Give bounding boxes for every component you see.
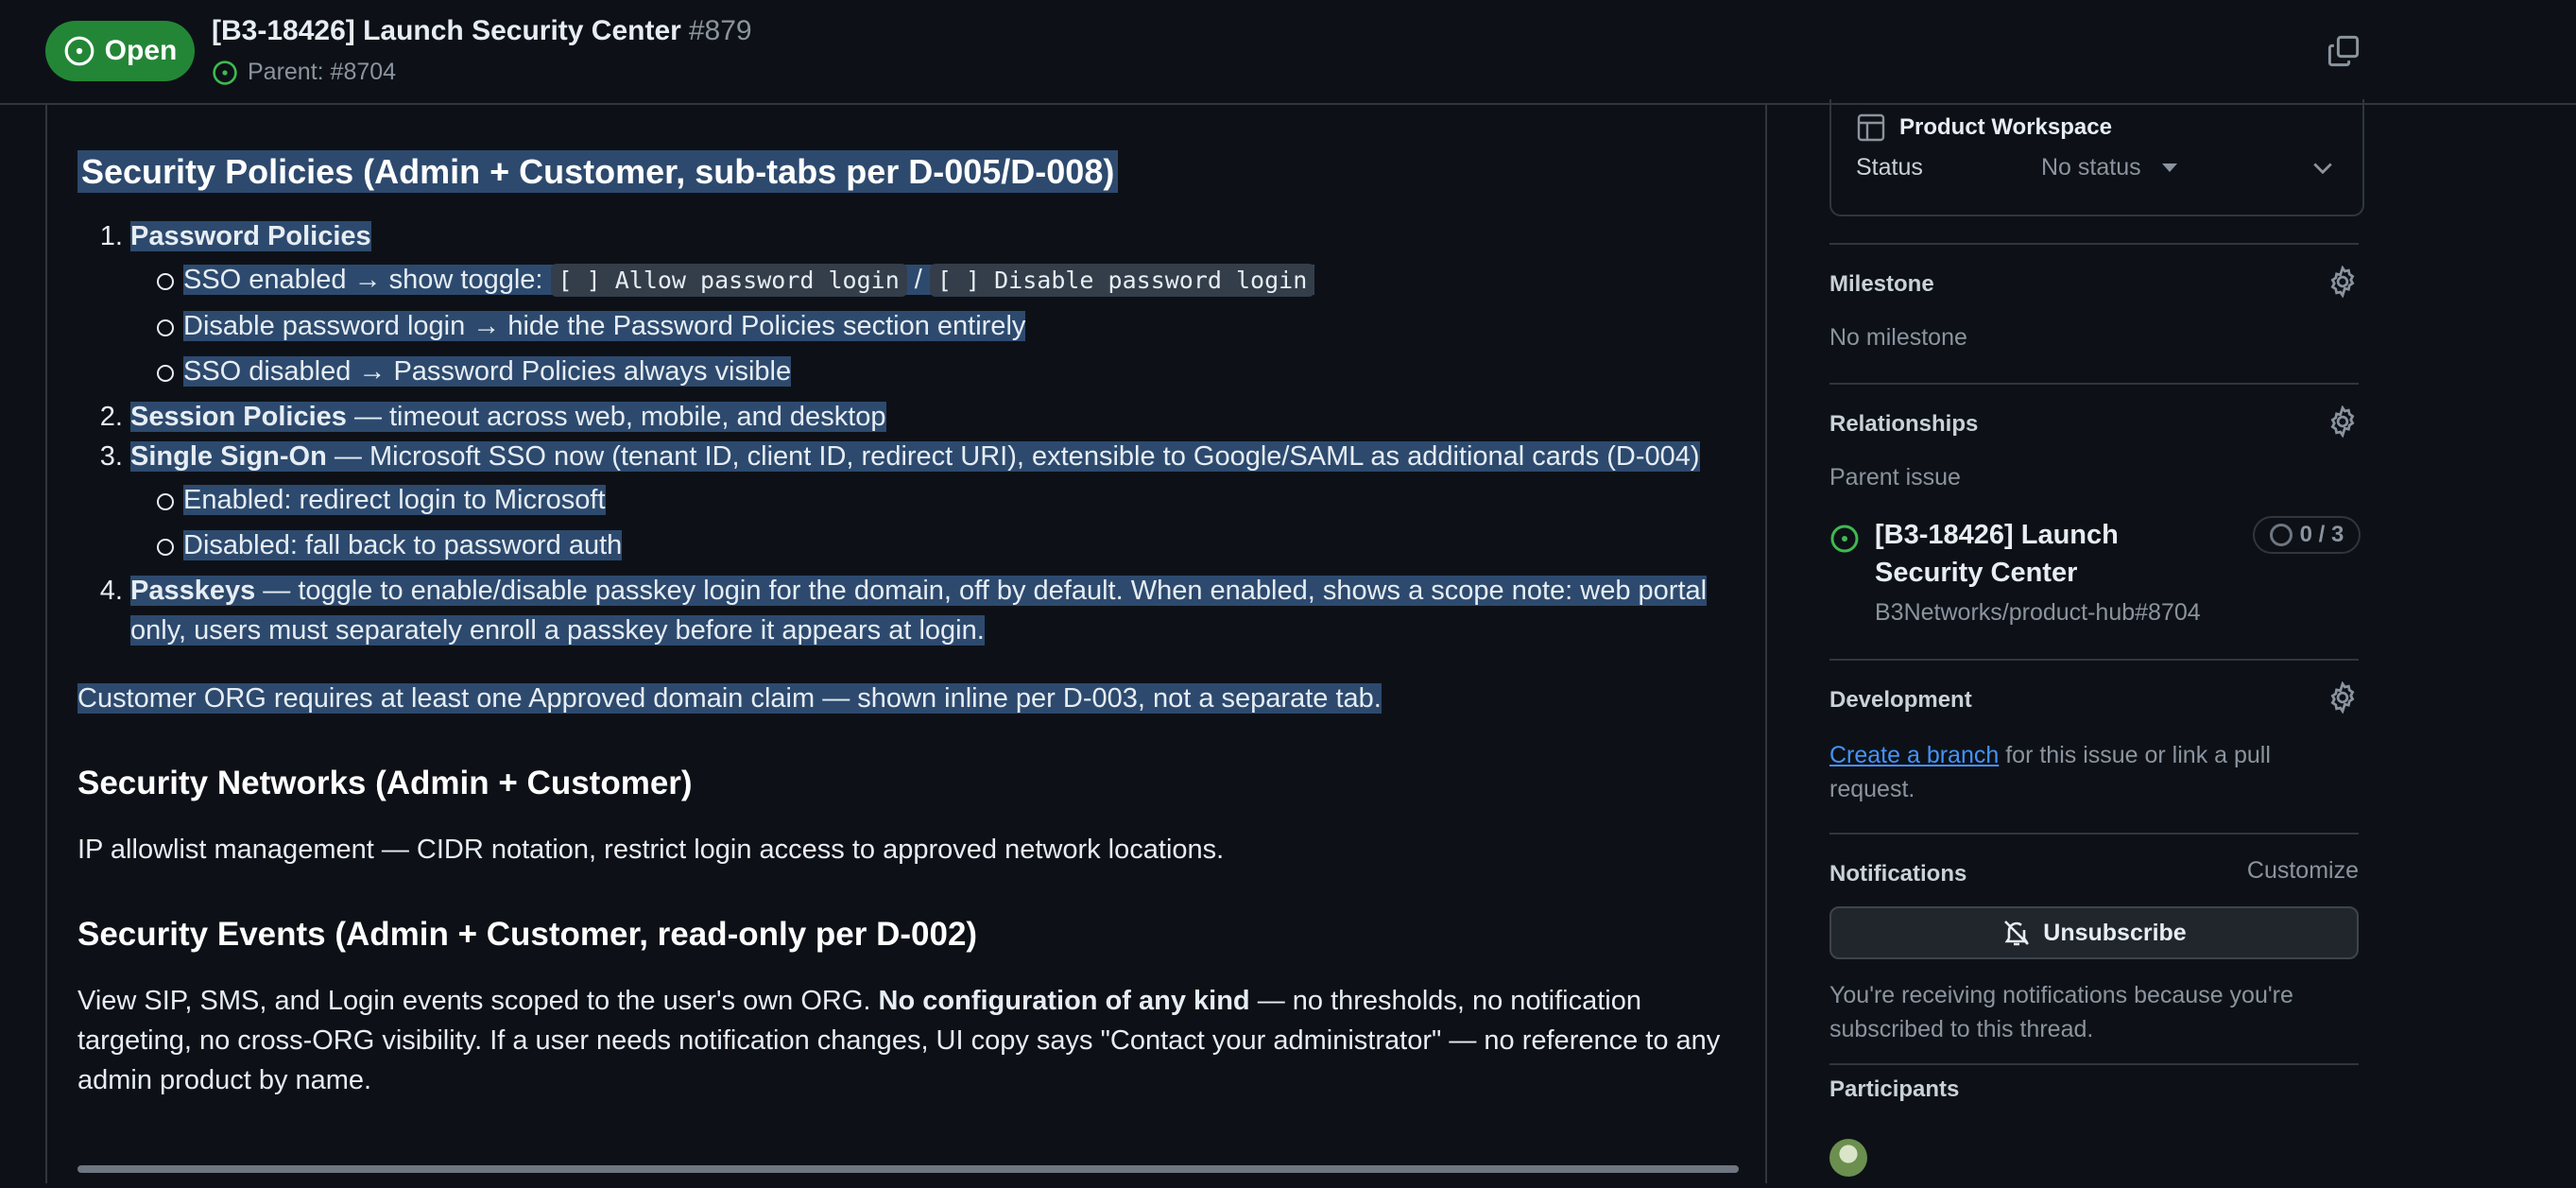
relationships-title: Relationships (1829, 411, 1979, 437)
issue-open-icon (64, 36, 94, 66)
milestone-title: Milestone (1829, 271, 1934, 297)
notifications-section: Notifications Customize Unsubscribe You'… (1829, 857, 2359, 1046)
development-title: Development (1829, 687, 1972, 713)
milestone-value: No milestone (1829, 324, 1967, 351)
gear-icon[interactable] (2327, 681, 2359, 714)
divider (1829, 833, 2359, 835)
copy-icon[interactable] (2327, 34, 2361, 68)
relationships-section: Relationships Parent issue [B3-18426] La… (1829, 405, 2361, 629)
heading-security-events: Security Events (Admin + Customer, read-… (77, 916, 978, 953)
status-badge: Open (45, 21, 195, 81)
bell-slash-icon (2004, 921, 2030, 946)
list-item: Password Policies SSO enabled → show tog… (130, 216, 1741, 391)
list-item: Single Sign-On — Microsoft SSO now (tena… (130, 437, 1741, 565)
list-item: Disable password login → hide the Passwo… (157, 306, 1741, 346)
issue-header: Open [B3-18426] Launch Security Center #8… (0, 0, 2576, 105)
divider (1829, 383, 2359, 385)
gear-icon[interactable] (2327, 405, 2359, 438)
heading-security-networks: Security Networks (Admin + Customer) (77, 765, 693, 801)
chevron-down-icon[interactable] (2310, 154, 2336, 181)
issue-title: [B3-18426] Launch Security Center #879 (212, 15, 752, 47)
unsubscribe-button[interactable]: Unsubscribe (1829, 906, 2359, 959)
parent-issue-title[interactable]: [B3-18426] Launch Security Center B3Netw… (1875, 516, 2201, 627)
issue-body: Security Policies (Admin + Customer, sub… (45, 105, 1767, 1183)
issue-open-icon (213, 60, 237, 85)
horizontal-scrollbar[interactable] (77, 1165, 1739, 1173)
issue-number: #879 (688, 15, 752, 46)
parent-text: Parent: #8704 (248, 59, 397, 85)
networks-text: IP allowlist management — CIDR notation,… (77, 835, 1225, 865)
list-item: Disabled: fall back to password auth (157, 525, 1741, 565)
development-text: Create a branch for this issue or link a… (1829, 742, 2271, 802)
notification-reason: You're receiving notifications because y… (1829, 982, 2293, 1042)
list-item: SSO enabled → show toggle: [ ] Allow pas… (157, 260, 1741, 301)
parent-issue-repo: B3Networks/product-hub#8704 (1875, 599, 2201, 626)
parent-issue-label: Parent issue (1829, 464, 1961, 491)
avatar[interactable] (1829, 1139, 1867, 1177)
gear-icon[interactable] (2327, 266, 2359, 298)
divider (1829, 659, 2359, 661)
participants-title: Participants (1829, 1076, 1960, 1102)
status-label: Status (1856, 154, 1923, 181)
parent-link[interactable]: Parent: #8704 (212, 59, 396, 86)
table-icon (1857, 113, 1885, 142)
issue-title-text: [B3-18426] Launch Security Center (212, 15, 681, 46)
project-card: Product Workspace Status No status (1829, 99, 2364, 216)
policies-list: Password Policies SSO enabled → show tog… (77, 216, 1741, 650)
create-branch-link[interactable]: Create a branch (1829, 742, 1999, 768)
status-dropdown[interactable]: No status (2041, 154, 2177, 181)
list-item: Enabled: redirect login to Microsoft (157, 480, 1741, 520)
development-section: Development Create a branch for this iss… (1829, 681, 2359, 806)
caret-down-icon (2161, 164, 2177, 172)
domain-note: Customer ORG requires at least one Appro… (77, 683, 1382, 714)
issue-open-icon (1830, 525, 1859, 553)
parent-issue-item[interactable]: [B3-18426] Launch Security Center B3Netw… (1829, 516, 2361, 629)
events-text: View SIP, SMS, and Login events scoped t… (77, 986, 1721, 1095)
list-item: SSO disabled → Password Policies always … (157, 352, 1741, 391)
sidebar: Product Workspace Status No status Miles… (1829, 99, 2364, 1183)
customize-link[interactable]: Customize (2247, 857, 2359, 885)
project-title[interactable]: Product Workspace (1856, 112, 2112, 143)
heading-security-policies: Security Policies (Admin + Customer, sub… (77, 148, 1741, 196)
milestone-section: Milestone No milestone (1829, 266, 2359, 352)
divider (1829, 243, 2359, 245)
code-disable-password: [ ] Disable password login (929, 264, 1315, 297)
status-label: Open (104, 35, 178, 66)
progress-ring-icon (2269, 524, 2293, 546)
list-item: Session Policies — timeout across web, m… (130, 397, 1741, 437)
sub-issue-progress: 0 / 3 (2253, 516, 2361, 554)
divider (1829, 1063, 2359, 1065)
list-item: Passkeys — toggle to enable/disable pass… (130, 571, 1741, 650)
code-allow-password: [ ] Allow password login (550, 264, 907, 297)
